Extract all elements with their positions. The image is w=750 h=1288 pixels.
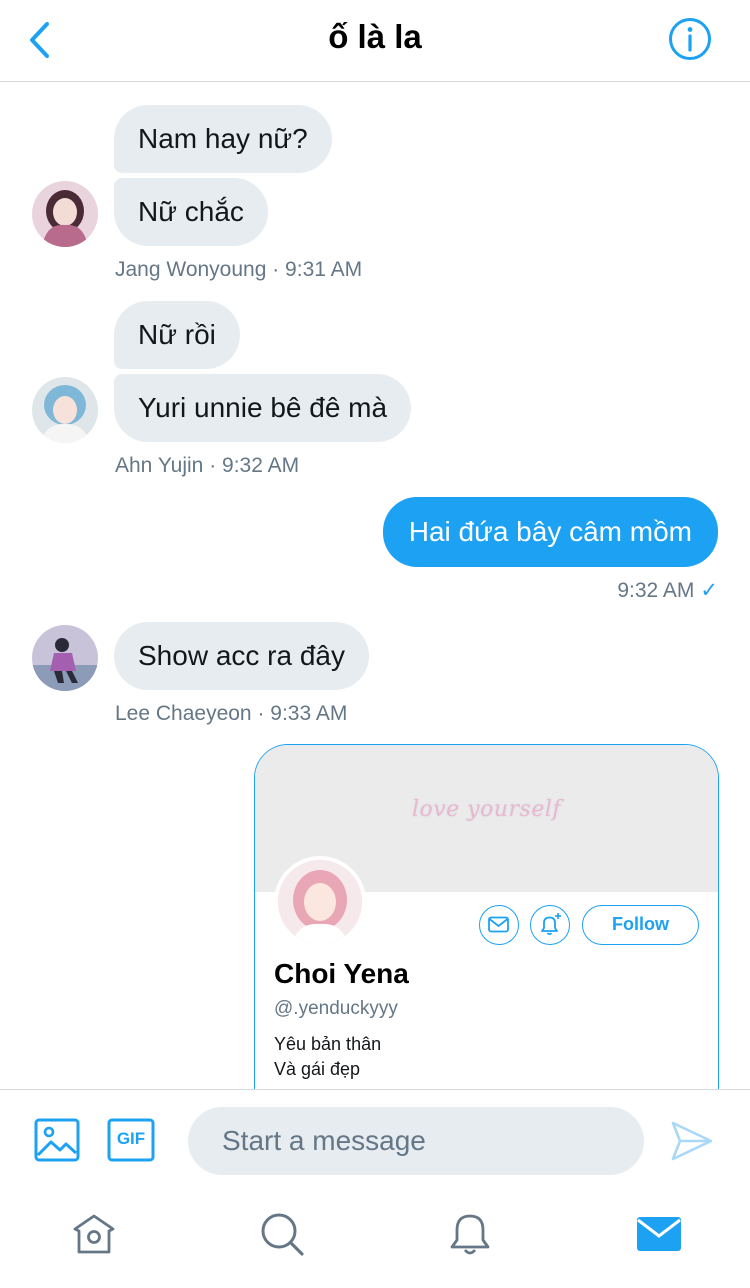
- message-bubble-incoming[interactable]: Show acc ra đây: [114, 622, 369, 690]
- message-bubble-incoming[interactable]: Nam hay nữ?: [114, 105, 332, 173]
- image-icon: [34, 1118, 80, 1162]
- notify-button[interactable]: [530, 905, 570, 945]
- mail-icon: [637, 1217, 681, 1251]
- message-bubble-outgoing[interactable]: Hai đứa bây câm mồm: [382, 497, 718, 567]
- message-bubble-incoming[interactable]: Nữ rồi: [114, 301, 240, 369]
- add-gif-button[interactable]: GIF: [107, 1118, 155, 1162]
- message-meta-outgoing: 9:32 AM ✓: [617, 578, 718, 603]
- read-check-icon: ✓: [700, 579, 718, 602]
- message-composer: GIF: [0, 1089, 750, 1195]
- add-image-button[interactable]: [34, 1117, 80, 1163]
- search-icon: [261, 1213, 304, 1256]
- follow-button[interactable]: Follow: [582, 905, 699, 945]
- profile-bio-line: Và gái đẹp: [274, 1059, 361, 1079]
- home-icon: [73, 1214, 115, 1254]
- tab-notifications[interactable]: [445, 1209, 495, 1259]
- message-meta: Lee Chaeyeon · 9:33 AM: [115, 702, 348, 725]
- message-meta: Jang Wonyoung · 9:31 AM: [115, 258, 363, 281]
- mail-icon: [488, 916, 509, 933]
- message-input[interactable]: [188, 1107, 644, 1175]
- bell-icon: [450, 1214, 490, 1255]
- message-profile-button[interactable]: [479, 905, 519, 945]
- profile-bio-line: Yêu bản thân: [274, 1034, 382, 1054]
- send-icon: [671, 1121, 713, 1161]
- conversation-title: ố là la: [328, 18, 422, 55]
- send-button[interactable]: [670, 1120, 714, 1162]
- tab-home[interactable]: [69, 1209, 119, 1259]
- avatar[interactable]: [32, 625, 98, 691]
- gif-label: GIF: [116, 1129, 146, 1148]
- message-bubble-incoming[interactable]: Nữ chắc: [114, 178, 268, 246]
- profile-handle: @.yenduckyyy: [274, 998, 398, 1019]
- tab-messages[interactable]: [634, 1209, 684, 1259]
- avatar[interactable]: [32, 377, 98, 443]
- profile-name: Choi Yena: [274, 958, 409, 989]
- message-time: 9:32 AM: [617, 579, 695, 602]
- tab-search[interactable]: [257, 1209, 307, 1259]
- info-icon: [669, 18, 711, 60]
- message-meta: Ahn Yujin · 9:32 AM: [115, 454, 300, 477]
- avatar[interactable]: [32, 181, 98, 247]
- profile-card[interactable]: love yourself Follow Choi Yena @.yenduck…: [254, 744, 719, 1104]
- tab-bar: [0, 1195, 750, 1288]
- conversation-header: ố là la: [0, 0, 750, 82]
- bell-plus-icon: [541, 913, 561, 936]
- profile-avatar[interactable]: [274, 856, 366, 948]
- message-bubble-incoming[interactable]: Yuri unnie bê đê mà: [114, 374, 412, 442]
- banner-text: love yourself: [411, 797, 562, 822]
- info-button[interactable]: [668, 17, 712, 61]
